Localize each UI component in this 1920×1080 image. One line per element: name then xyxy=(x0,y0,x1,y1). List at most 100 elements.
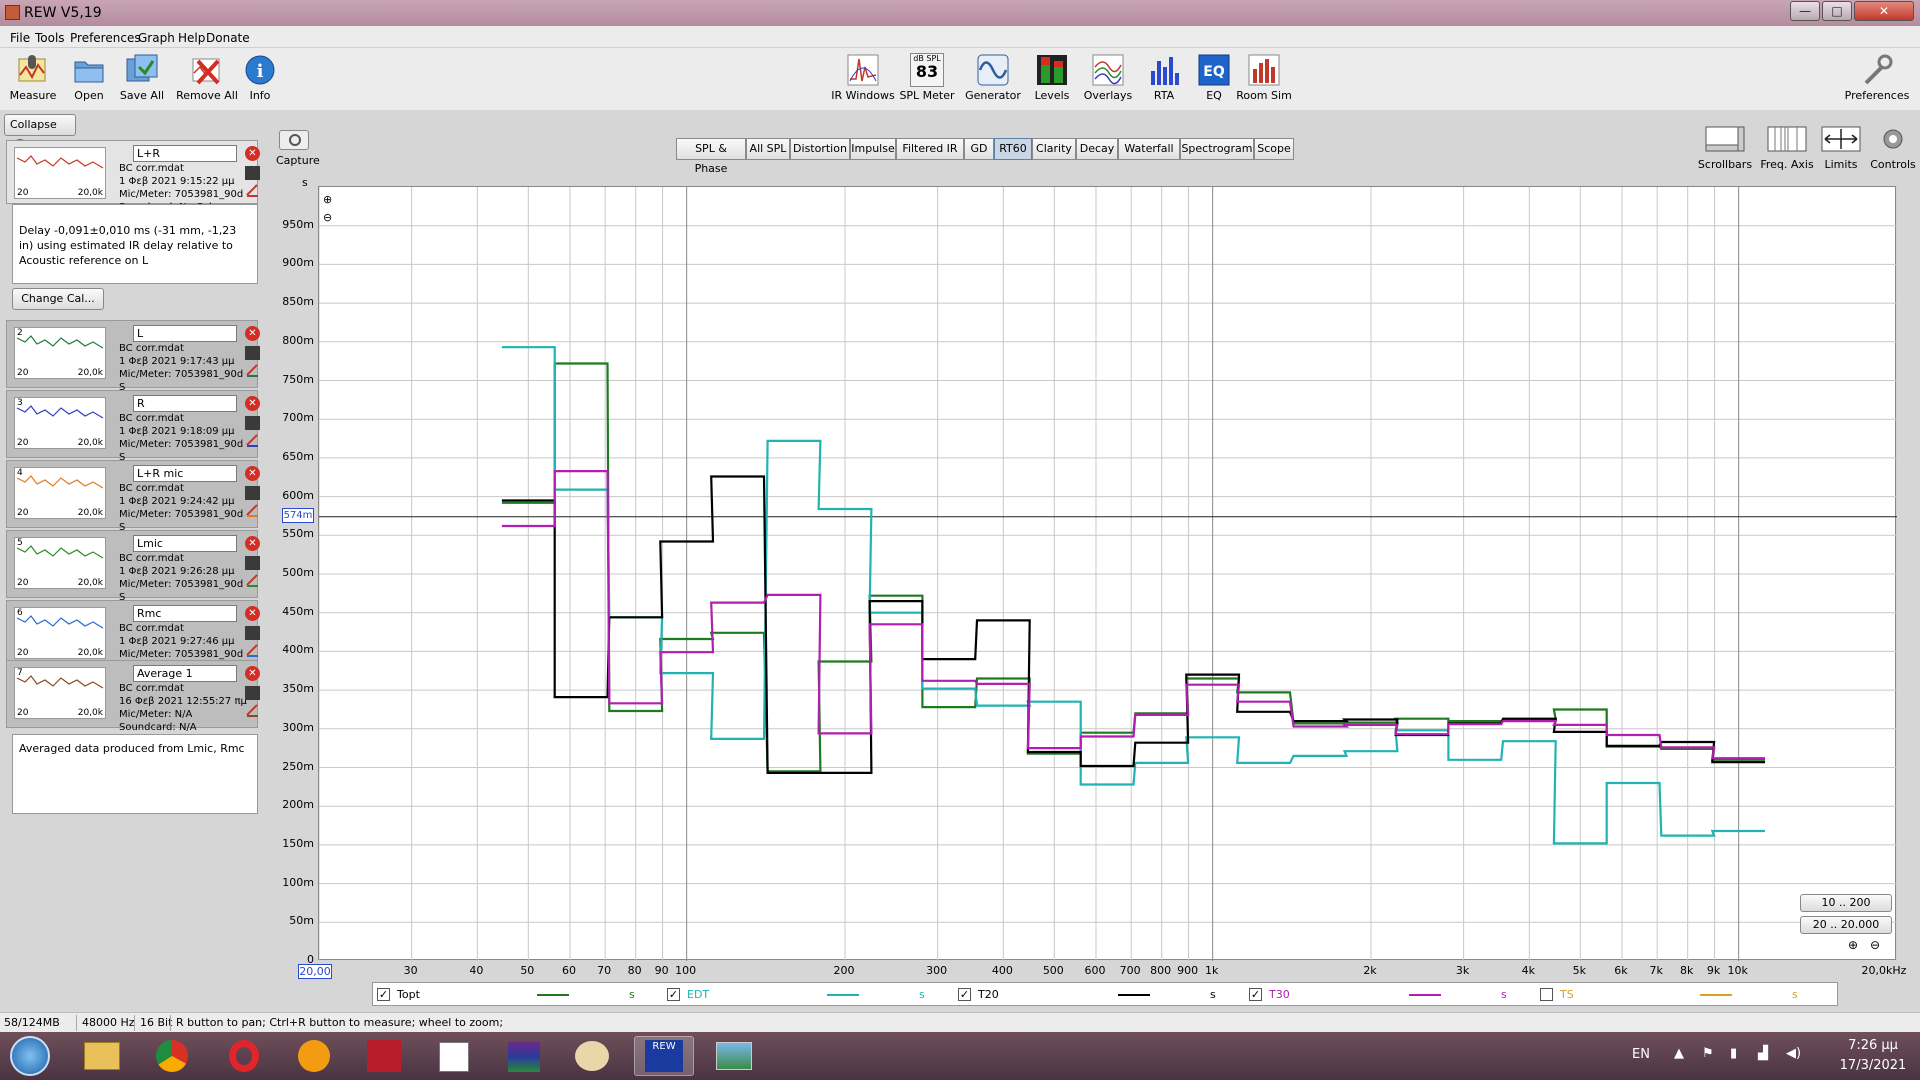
legend-checkbox[interactable]: ✓ xyxy=(958,988,971,1001)
measurement-props-icon[interactable] xyxy=(245,166,260,180)
flag-icon[interactable]: ⚑ xyxy=(1702,1046,1714,1061)
measurement-card[interactable]: 3 20 20,0k R BC corr.mdat 1 Φεβ 2021 9:1… xyxy=(6,390,260,463)
tab-rt60[interactable]: RT60 xyxy=(994,138,1032,160)
tab-impulse[interactable]: Impulse xyxy=(850,138,896,160)
measurement-thumbnail[interactable]: 2 20 20,0k xyxy=(14,327,106,379)
measurement-card[interactable]: 4 20 20,0k L+R mic BC corr.mdat 1 Φεβ 20… xyxy=(6,460,260,533)
paint-icon[interactable] xyxy=(562,1036,622,1076)
clock-date[interactable]: 17/3/2021 xyxy=(1838,1058,1908,1073)
zoom-in-icon[interactable]: ⊕ xyxy=(1848,938,1858,952)
maximize-button[interactable]: □ xyxy=(1822,1,1852,21)
battery-icon[interactable]: ▮ xyxy=(1730,1046,1737,1061)
measurement-name-field[interactable]: Average 1 xyxy=(133,665,237,682)
photo-viewer-icon[interactable] xyxy=(704,1036,764,1076)
tab-all-spl[interactable]: All SPL xyxy=(746,138,790,160)
change-cal-button[interactable]: Change Cal... xyxy=(12,288,104,310)
menu-help[interactable]: Help xyxy=(178,31,205,45)
ir-windows-button[interactable]: IR Windows xyxy=(830,48,896,110)
measurement-color-icon[interactable] xyxy=(245,183,260,197)
tab-gd[interactable]: GD xyxy=(964,138,994,160)
zoom-in-icon[interactable]: ⊕ xyxy=(323,193,332,206)
capture-button[interactable]: Capture xyxy=(276,130,320,167)
rew-icon[interactable]: REW xyxy=(634,1036,694,1076)
measurement-props-icon[interactable] xyxy=(245,416,260,430)
collapse-button[interactable]: Collapse « xyxy=(4,114,76,153)
network-icon[interactable]: ▟ xyxy=(1758,1046,1768,1061)
menu-preferences[interactable]: Preferences xyxy=(70,31,141,45)
measurement-card[interactable]: 20 20,0k L+R BC corr.mdat 1 Φεβ 2021 9:1… xyxy=(6,140,260,213)
measurement-color-icon[interactable] xyxy=(245,363,260,377)
room-sim-button[interactable]: Room Sim xyxy=(1231,48,1297,110)
measurement-thumbnail[interactable]: 5 20 20,0k xyxy=(14,537,106,589)
spl-meter-button[interactable]: dB SPL 83 SPL Meter xyxy=(894,48,960,110)
measurement-name-field[interactable]: Rmc xyxy=(133,605,237,622)
legend-checkbox[interactable] xyxy=(1540,988,1553,1001)
range-20-20000-button[interactable]: 20 .. 20.000 xyxy=(1800,916,1892,934)
tab-waterfall[interactable]: Waterfall xyxy=(1118,138,1180,160)
tab-spectrogram[interactable]: Spectrogram xyxy=(1180,138,1254,160)
legend-checkbox[interactable]: ✓ xyxy=(377,988,390,1001)
menu-tools[interactable]: Tools xyxy=(35,31,65,45)
tab-distortion[interactable]: Distortion xyxy=(790,138,850,160)
remove-measurement-icon[interactable]: ✕ xyxy=(245,536,260,551)
legend-checkbox[interactable]: ✓ xyxy=(1249,988,1262,1001)
minimize-button[interactable]: — xyxy=(1790,1,1820,21)
close-button[interactable]: ✕ xyxy=(1854,1,1914,21)
range-10-200-button[interactable]: 10 .. 200 xyxy=(1800,894,1892,912)
zoom-out-icon[interactable]: ⊖ xyxy=(1870,938,1880,952)
rt60-plot[interactable]: ⊕ ⊖ xyxy=(318,186,1897,961)
app-red-icon[interactable] xyxy=(354,1036,414,1076)
menu-graph[interactable]: Graph xyxy=(138,31,175,45)
volume-icon[interactable]: ◀) xyxy=(1786,1046,1801,1061)
measurement-thumbnail[interactable]: 4 20 20,0k xyxy=(14,467,106,519)
measurement-color-icon[interactable] xyxy=(245,643,260,657)
measurement-props-icon[interactable] xyxy=(245,486,260,500)
measurement-thumbnail[interactable]: 7 20 20,0k xyxy=(14,667,106,719)
winrar-icon[interactable] xyxy=(494,1036,554,1076)
generator-button[interactable]: Generator xyxy=(960,48,1026,110)
measurement-thumbnail[interactable]: 20 20,0k xyxy=(14,147,106,199)
controls-button[interactable]: Controls xyxy=(1860,126,1920,171)
browser-icon[interactable] xyxy=(284,1036,344,1076)
save-all-button[interactable]: Save All xyxy=(109,48,175,110)
tab-clarity[interactable]: Clarity xyxy=(1032,138,1076,160)
remove-measurement-icon[interactable]: ✕ xyxy=(245,666,260,681)
scrollbars-button[interactable]: Scrollbars xyxy=(1692,126,1758,171)
measurement-name-field[interactable]: L+R xyxy=(133,145,237,162)
measurement-card[interactable]: 5 20 20,0k Lmic BC corr.mdat 1 Φεβ 2021 … xyxy=(6,530,260,603)
info-button[interactable]: i Info xyxy=(227,48,293,110)
clock-time[interactable]: 7:26 μμ xyxy=(1838,1038,1908,1053)
measurement-props-icon[interactable] xyxy=(245,686,260,700)
opera-icon[interactable] xyxy=(214,1036,274,1076)
measurement-color-icon[interactable] xyxy=(245,433,260,447)
measurement-card[interactable]: 7 20 20,0k Average 1 BC corr.mdat 16 Φεβ… xyxy=(6,660,260,733)
zoom-out-icon[interactable]: ⊖ xyxy=(323,211,332,224)
tab-filtered-ir[interactable]: Filtered IR xyxy=(896,138,964,160)
remove-measurement-icon[interactable]: ✕ xyxy=(245,466,260,481)
notepad-icon[interactable] xyxy=(424,1036,484,1076)
measurement-card[interactable]: 2 20 20,0k L BC corr.mdat 1 Φεβ 2021 9:1… xyxy=(6,320,260,393)
tab-decay[interactable]: Decay xyxy=(1076,138,1118,160)
measurement-props-icon[interactable] xyxy=(245,556,260,570)
measurement-props-icon[interactable] xyxy=(245,346,260,360)
tab-scope[interactable]: Scope xyxy=(1254,138,1294,160)
explorer-icon[interactable] xyxy=(72,1036,132,1076)
legend-checkbox[interactable]: ✓ xyxy=(667,988,680,1001)
menu-file[interactable]: File xyxy=(10,31,30,45)
measurement-thumbnail[interactable]: 3 20 20,0k xyxy=(14,397,106,449)
remove-measurement-icon[interactable]: ✕ xyxy=(245,396,260,411)
measurement-name-field[interactable]: Lmic xyxy=(133,535,237,552)
measurement-color-icon[interactable] xyxy=(245,703,260,717)
tray-expand-icon[interactable]: ▲ xyxy=(1674,1046,1684,1061)
measurement-card[interactable]: 6 20 20,0k Rmc BC corr.mdat 1 Φεβ 2021 9… xyxy=(6,600,260,673)
measurement-props-icon[interactable] xyxy=(245,626,260,640)
remove-measurement-icon[interactable]: ✕ xyxy=(245,606,260,621)
tab-spl-phase[interactable]: SPL & Phase xyxy=(676,138,746,175)
language-indicator[interactable]: EN xyxy=(1632,1047,1650,1062)
remove-measurement-icon[interactable]: ✕ xyxy=(245,326,260,341)
preferences-button[interactable]: Preferences xyxy=(1842,48,1912,110)
measurement-name-field[interactable]: R xyxy=(133,395,237,412)
remove-measurement-icon[interactable]: ✕ xyxy=(245,146,260,161)
start-orb-icon[interactable] xyxy=(10,1036,50,1076)
measurement-thumbnail[interactable]: 6 20 20,0k xyxy=(14,607,106,659)
